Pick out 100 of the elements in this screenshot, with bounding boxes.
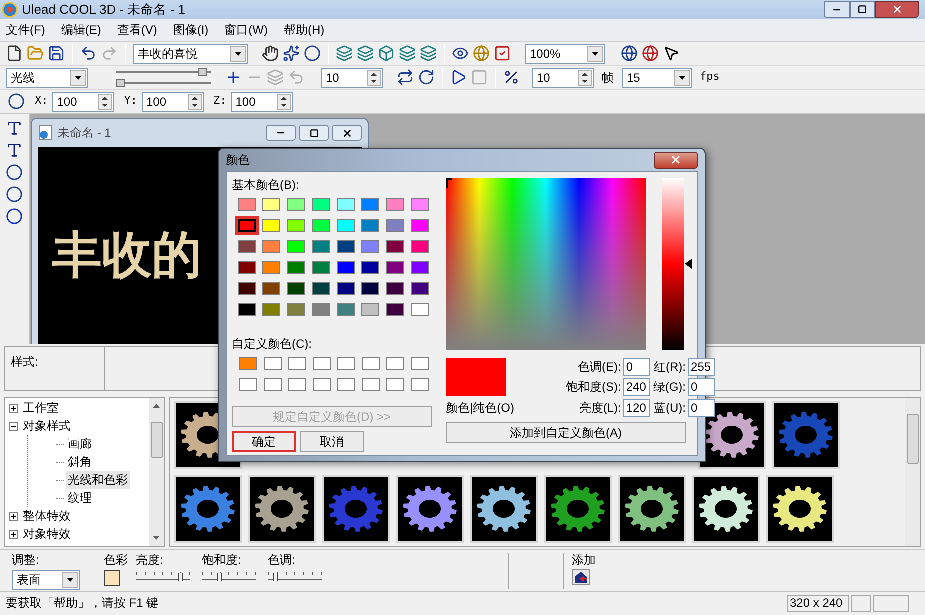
color-swatch[interactable] <box>383 258 407 277</box>
gear-thumbnail[interactable] <box>396 475 464 543</box>
color-swatch[interactable] <box>410 357 428 370</box>
close-button[interactable] <box>654 152 698 168</box>
expand-icon[interactable] <box>9 404 18 412</box>
color-swatch[interactable] <box>383 300 407 319</box>
number-field[interactable]: 10 <box>532 68 594 88</box>
undo-icon[interactable] <box>80 45 97 62</box>
layers-icon[interactable] <box>399 45 416 62</box>
maximize-button[interactable] <box>850 1 875 18</box>
color-swatch[interactable] <box>383 237 407 256</box>
slider[interactable] <box>202 570 256 582</box>
new-file-icon[interactable] <box>6 45 23 62</box>
color-swatch[interactable] <box>104 570 120 586</box>
gear-thumbnail[interactable] <box>772 401 840 469</box>
color-swatch[interactable] <box>288 357 306 370</box>
color-spectrum[interactable] <box>446 178 646 350</box>
help-pointer-icon[interactable] <box>663 45 680 62</box>
menu-item[interactable]: 图像(I) <box>171 21 211 39</box>
color-swatch[interactable] <box>234 216 258 235</box>
color-swatch[interactable] <box>383 216 407 235</box>
globe-icon[interactable] <box>621 45 638 62</box>
scrollbar[interactable] <box>149 398 164 546</box>
menu-item[interactable]: 文件(F) <box>4 21 48 39</box>
color-swatch[interactable] <box>386 378 404 391</box>
color-swatch[interactable] <box>284 258 308 277</box>
menu-item[interactable]: 查看(V) <box>115 21 160 39</box>
layers-icon[interactable] <box>357 45 374 62</box>
layers-icon[interactable] <box>336 45 353 62</box>
tree-item[interactable]: 工作室 <box>21 399 61 417</box>
scrollbar-thumb[interactable] <box>150 422 162 458</box>
layers-icon[interactable] <box>420 45 437 62</box>
number-field[interactable]: 100 <box>230 92 293 112</box>
expand-icon[interactable] <box>9 512 18 520</box>
object-type-combo[interactable]: 光线 <box>6 68 88 88</box>
sparkle-icon[interactable] <box>283 45 300 62</box>
gear-thumbnail[interactable] <box>470 475 538 543</box>
fps-combo[interactable]: 15 <box>622 68 692 88</box>
scrollbar[interactable] <box>905 398 920 546</box>
menu-item[interactable]: 窗口(W) <box>222 21 270 39</box>
text-icon[interactable] <box>6 120 23 137</box>
gear-thumbnail[interactable] <box>322 475 390 543</box>
add-custom-color-button[interactable]: 添加到自定义颜色(A) <box>446 422 686 443</box>
input-field[interactable]: 240 <box>623 378 650 396</box>
color-swatch[interactable] <box>284 300 308 319</box>
luminance-slider[interactable] <box>662 178 693 350</box>
color-swatch[interactable] <box>264 378 282 391</box>
cancel-button[interactable]: 取消 <box>300 431 364 452</box>
color-swatch[interactable] <box>284 195 308 214</box>
number-field[interactable]: 100 <box>142 92 204 112</box>
slider[interactable] <box>268 570 322 582</box>
number-field[interactable]: 10 <box>321 68 383 88</box>
save-icon[interactable] <box>48 45 65 62</box>
box-icon[interactable] <box>378 45 395 62</box>
input-field[interactable]: 255 <box>688 358 716 376</box>
gear-thumbnail[interactable] <box>618 475 686 543</box>
ok-button[interactable]: 确定 <box>232 431 296 452</box>
input-field[interactable]: 0 <box>623 358 650 376</box>
tree-item[interactable]: 光线和色彩 <box>66 471 130 489</box>
object-icon[interactable] <box>304 45 321 62</box>
collapse-icon[interactable] <box>9 422 18 430</box>
input-field[interactable]: 0 <box>688 398 716 417</box>
object-icon[interactable] <box>6 208 23 225</box>
gear-thumbnail[interactable] <box>766 475 834 543</box>
plus-icon[interactable] <box>225 69 242 86</box>
menu-item[interactable]: 编辑(E) <box>59 21 104 39</box>
checkbox-icon[interactable] <box>494 45 511 62</box>
color-swatch[interactable] <box>239 378 257 391</box>
gear-thumbnail[interactable] <box>174 475 242 543</box>
house-icon[interactable] <box>572 569 590 585</box>
gear-thumbnail[interactable] <box>248 475 316 543</box>
object-icon[interactable] <box>8 93 25 110</box>
color-swatch[interactable] <box>383 279 407 298</box>
text-combo[interactable]: 丰收的喜悦 <box>133 44 248 64</box>
tree-item[interactable]: 画廊 <box>66 435 94 453</box>
slider[interactable] <box>116 68 211 76</box>
close-button[interactable] <box>332 125 362 141</box>
color-swatch[interactable] <box>264 357 282 370</box>
slider[interactable] <box>136 570 190 582</box>
color-swatch[interactable] <box>386 357 404 370</box>
color-swatch[interactable] <box>410 378 428 391</box>
number-field[interactable]: 100 <box>52 92 114 112</box>
globe-icon[interactable] <box>642 45 659 62</box>
tree-item[interactable]: 对象样式 <box>21 417 73 435</box>
object-icon[interactable] <box>6 186 23 203</box>
scroll-down-icon[interactable] <box>153 536 160 540</box>
slider[interactable] <box>116 79 211 87</box>
color-swatch[interactable] <box>383 195 407 214</box>
percent-icon[interactable] <box>503 69 520 86</box>
color-swatch[interactable] <box>312 357 330 370</box>
zoom-combo[interactable]: 100% <box>525 44 605 64</box>
color-swatch[interactable] <box>284 237 308 256</box>
tree-item[interactable]: 纹理 <box>66 489 94 507</box>
color-swatch[interactable] <box>239 357 257 370</box>
color-swatch[interactable] <box>337 378 355 391</box>
loop-icon[interactable] <box>397 69 414 86</box>
color-swatch[interactable] <box>362 378 380 391</box>
expand-icon[interactable] <box>9 530 18 538</box>
input-field[interactable]: 0 <box>688 378 716 396</box>
input-field[interactable]: 120 <box>623 398 650 417</box>
